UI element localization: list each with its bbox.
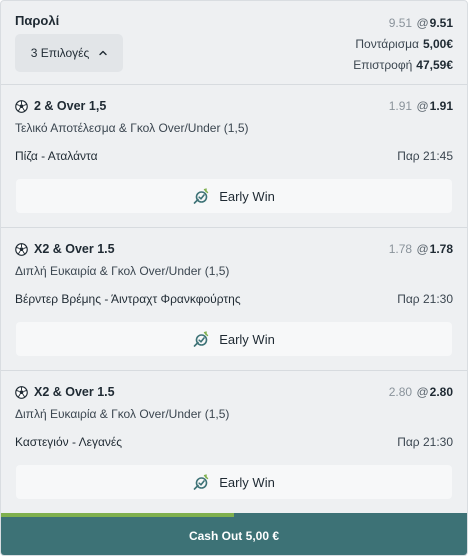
bet-header: Παρολί 3 Επιλογές 9.51 @9.51 Ποντάρισμα 5…	[1, 1, 467, 85]
early-win-icon	[193, 474, 209, 490]
football-icon	[15, 385, 28, 399]
total-odds-final: 9.51	[429, 16, 453, 30]
football-icon	[15, 242, 28, 256]
selection-item: 2 & Over 1,5 1.91 @1.91 Τελικό Αποτέλεσμ…	[1, 85, 467, 228]
selection-odds-original: 1.91	[388, 99, 413, 113]
total-odds-original: 9.51	[388, 16, 413, 30]
early-win-label: Early Win	[219, 188, 275, 204]
selection-item: X2 & Over 1.5 2.80 @2.80 Διπλή Ευκαιρία …	[1, 371, 467, 514]
selection-market: Διπλή Ευκαιρία & Γκολ Over/Under (1,5)	[15, 407, 230, 421]
total-odds: 9.51 @9.51	[353, 13, 453, 34]
return-value: 47,59€	[416, 58, 453, 72]
selection-header: X2 & Over 1.5 1.78 @1.78	[15, 242, 453, 256]
selections-toggle-button[interactable]: 3 Επιλογές	[15, 34, 123, 72]
at-symbol: @	[416, 16, 429, 30]
bet-summary: 9.51 @9.51 Ποντάρισμα 5,00€ Επιστροφή 47,5…	[353, 13, 453, 76]
selection-odds-final: 2.80	[429, 385, 453, 399]
selection-time: Παρ 21:30	[397, 292, 453, 306]
early-win-icon	[193, 331, 209, 347]
early-win-label: Early Win	[219, 474, 275, 490]
selection-odds: 1.91 @1.91	[389, 99, 453, 113]
selection-match: Πίζα - Αταλάντα	[15, 149, 98, 163]
selection-header: 2 & Over 1,5 1.91 @1.91	[15, 99, 453, 113]
bet-slip-card: Παρολί 3 Επιλογές 9.51 @9.51 Ποντάρισμα 5…	[0, 0, 468, 556]
football-icon	[15, 99, 28, 113]
selection-odds-final: 1.78	[429, 242, 453, 256]
selection-name: X2 & Over 1.5	[34, 385, 115, 399]
stake-label: Ποντάρισμα	[355, 37, 419, 51]
early-win-button[interactable]: Early Win	[16, 465, 452, 499]
selections-toggle-label: 3 Επιλογές	[30, 46, 90, 60]
stake-value: 5,00€	[422, 37, 453, 51]
selection-match: Βέρντερ Βρέμης - Άιντραχτ Φρανκφούρτης	[15, 292, 241, 306]
selection-name-row: 2 & Over 1,5	[15, 99, 106, 113]
selection-market: Διπλή Ευκαιρία & Γκολ Over/Under (1,5)	[15, 264, 230, 278]
at-symbol: @	[416, 385, 429, 399]
early-win-icon	[193, 188, 209, 204]
cash-out-progress-bar	[1, 513, 234, 517]
selection-match: Καστεγιόν - Λεγανές	[15, 435, 123, 449]
selection-match-row: Καστεγιόν - Λεγανές Παρ 21:30	[15, 435, 453, 449]
cash-out-button[interactable]: Cash Out 5,00 €	[1, 513, 467, 555]
selection-odds: 2.80 @2.80	[389, 385, 453, 399]
selection-time: Παρ 21:30	[397, 435, 453, 449]
selection-odds-final: 1.91	[429, 99, 453, 113]
early-win-button[interactable]: Early Win	[16, 179, 452, 213]
selection-name-row: X2 & Over 1.5	[15, 242, 115, 256]
selection-name-row: X2 & Over 1.5	[15, 385, 115, 399]
selection-odds: 1.78 @1.78	[389, 242, 453, 256]
at-symbol: @	[416, 242, 429, 256]
selection-market: Τελικό Αποτέλεσμα & Γκολ Over/Under (1,5…	[15, 121, 249, 135]
early-win-button[interactable]: Early Win	[16, 322, 452, 356]
selection-item: X2 & Over 1.5 1.78 @1.78 Διπλή Ευκαιρία …	[1, 228, 467, 371]
selection-time: Παρ 21:45	[397, 149, 453, 163]
selection-header: X2 & Over 1.5 2.80 @2.80	[15, 385, 453, 399]
early-win-label: Early Win	[219, 331, 275, 347]
return-label: Επιστροφή	[353, 58, 413, 72]
selection-odds-original: 1.78	[388, 242, 413, 256]
selection-name: X2 & Over 1.5	[34, 242, 115, 256]
return-row: Επιστροφή 47,59€	[353, 55, 453, 76]
stake-row: Ποντάρισμα 5,00€	[353, 34, 453, 55]
selection-match-row: Βέρντερ Βρέμης - Άιντραχτ Φρανκφούρτης Π…	[15, 292, 453, 306]
selection-match-row: Πίζα - Αταλάντα Παρ 21:45	[15, 149, 453, 163]
cash-out-label: Cash Out 5,00 €	[188, 529, 280, 543]
selection-name: 2 & Over 1,5	[34, 99, 107, 113]
selection-odds-original: 2.80	[388, 385, 413, 399]
chevron-up-icon	[99, 50, 107, 56]
at-symbol: @	[416, 99, 429, 113]
